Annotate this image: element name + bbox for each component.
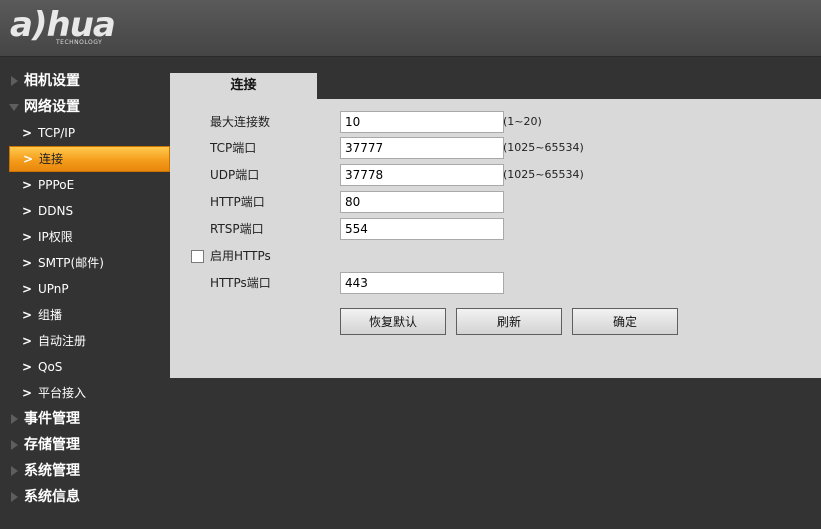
udp-port-range: (1025~65534) — [503, 168, 584, 181]
sidebar-item-tcpip[interactable]: > TCP/IP — [0, 120, 170, 146]
triangle-right-icon — [11, 76, 18, 86]
triangle-right-icon — [11, 414, 18, 424]
sidebar-item-multicast[interactable]: > 组播 — [0, 302, 170, 328]
max-connections-label: 最大连接数 — [210, 115, 271, 129]
rtsp-port-row: RTSP端口 — [170, 218, 821, 240]
https-port-label: HTTPs端口 — [210, 276, 271, 290]
confirm-button[interactable]: 确定 — [572, 308, 678, 335]
udp-port-row: UDP端口 (1025~65534) — [170, 164, 821, 186]
logo-subtext: TECHNOLOGY — [56, 39, 103, 46]
refresh-button[interactable]: 刷新 — [456, 308, 562, 335]
sidebar-item-label: 连接 — [39, 152, 64, 166]
http-port-input[interactable] — [340, 191, 504, 213]
menu-group-label: 系统信息 — [24, 489, 80, 505]
chevron-right-icon: > — [22, 282, 33, 296]
enable-https-checkbox[interactable] — [191, 250, 204, 263]
sidebar-item-label: DDNS — [38, 204, 74, 218]
chevron-right-icon: > — [22, 308, 33, 322]
sidebar-item-platform-access[interactable]: > 平台接入 — [0, 380, 170, 406]
sidebar-item-label: QoS — [38, 360, 63, 374]
menu-group-label: 相机设置 — [24, 73, 80, 89]
tcp-port-label: TCP端口 — [210, 141, 257, 155]
chevron-right-icon: > — [23, 152, 34, 166]
sidebar-item-label: UPnP — [38, 282, 69, 296]
tcp-port-range: (1025~65534) — [503, 141, 584, 154]
sidebar-item-label: IP权限 — [38, 230, 73, 244]
chevron-right-icon: > — [22, 230, 33, 244]
enable-https-row: 启用HTTPs — [170, 245, 821, 267]
http-port-label: HTTP端口 — [210, 195, 265, 209]
menu-group-system-info[interactable]: 系统信息 — [0, 484, 170, 510]
triangle-right-icon — [11, 492, 18, 502]
sidebar-item-connection[interactable]: > 连接 — [9, 146, 170, 172]
sidebar-item-ddns[interactable]: > DDNS — [0, 198, 170, 224]
tcp-port-input[interactable] — [340, 137, 504, 159]
dahua-logo: a)hua TECHNOLOGY — [10, 6, 140, 50]
sidebar-item-pppoe[interactable]: > PPPoE — [0, 172, 170, 198]
connection-settings-panel: 最大连接数 (1~20) TCP端口 (1025~65534) UDP端口 (1… — [170, 99, 821, 378]
udp-port-label: UDP端口 — [210, 168, 260, 182]
menu-group-system-management[interactable]: 系统管理 — [0, 458, 170, 484]
chevron-right-icon: > — [22, 386, 33, 400]
chevron-right-icon: > — [22, 256, 33, 270]
menu-group-camera-settings[interactable]: 相机设置 — [0, 68, 170, 94]
tab-connection[interactable]: 连接 — [170, 73, 317, 99]
max-connections-row: 最大连接数 (1~20) — [170, 111, 821, 133]
menu-group-label: 网络设置 — [24, 99, 80, 115]
menu-group-network-settings[interactable]: 网络设置 — [0, 94, 170, 120]
sidebar-item-label: TCP/IP — [38, 126, 76, 140]
chevron-right-icon: > — [22, 204, 33, 218]
max-connections-input[interactable] — [340, 111, 504, 133]
restore-defaults-button[interactable]: 恢复默认 — [340, 308, 446, 335]
sidebar-item-label: 自动注册 — [38, 334, 87, 348]
menu-group-label: 事件管理 — [24, 411, 80, 427]
header-bar: a)hua TECHNOLOGY — [0, 0, 821, 57]
sidebar-item-qos[interactable]: > QoS — [0, 354, 170, 380]
sidebar-item-label: 平台接入 — [38, 386, 87, 400]
triangle-right-icon — [11, 440, 18, 450]
sidebar-item-label: PPPoE — [38, 178, 75, 192]
chevron-right-icon: > — [22, 126, 33, 140]
chevron-right-icon: > — [22, 334, 33, 348]
menu-group-label: 系统管理 — [24, 463, 80, 479]
sidebar-menu: 相机设置 网络设置 > TCP/IP > 连接 > PPPoE > DDNS >… — [0, 68, 170, 510]
sidebar-item-ip-filter[interactable]: > IP权限 — [0, 224, 170, 250]
sidebar-item-label: SMTP(邮件) — [38, 256, 104, 270]
sidebar-item-upnp[interactable]: > UPnP — [0, 276, 170, 302]
https-port-input[interactable] — [340, 272, 504, 294]
sidebar-item-label: 组播 — [38, 308, 63, 322]
triangle-right-icon — [11, 466, 18, 476]
triangle-down-icon — [9, 104, 19, 111]
sidebar-item-auto-register[interactable]: > 自动注册 — [0, 328, 170, 354]
chevron-right-icon: > — [22, 360, 33, 374]
http-port-row: HTTP端口 — [170, 191, 821, 213]
menu-group-event-management[interactable]: 事件管理 — [0, 406, 170, 432]
max-connections-range: (1~20) — [503, 115, 542, 128]
enable-https-label: 启用HTTPs — [210, 249, 271, 263]
chevron-right-icon: > — [22, 178, 33, 192]
sidebar-item-smtp[interactable]: > SMTP(邮件) — [0, 250, 170, 276]
tcp-port-row: TCP端口 (1025~65534) — [170, 137, 821, 159]
menu-group-label: 存储管理 — [24, 437, 80, 453]
https-port-row: HTTPs端口 — [170, 272, 821, 294]
udp-port-input[interactable] — [340, 164, 504, 186]
rtsp-port-input[interactable] — [340, 218, 504, 240]
menu-group-storage-management[interactable]: 存储管理 — [0, 432, 170, 458]
rtsp-port-label: RTSP端口 — [210, 222, 264, 236]
